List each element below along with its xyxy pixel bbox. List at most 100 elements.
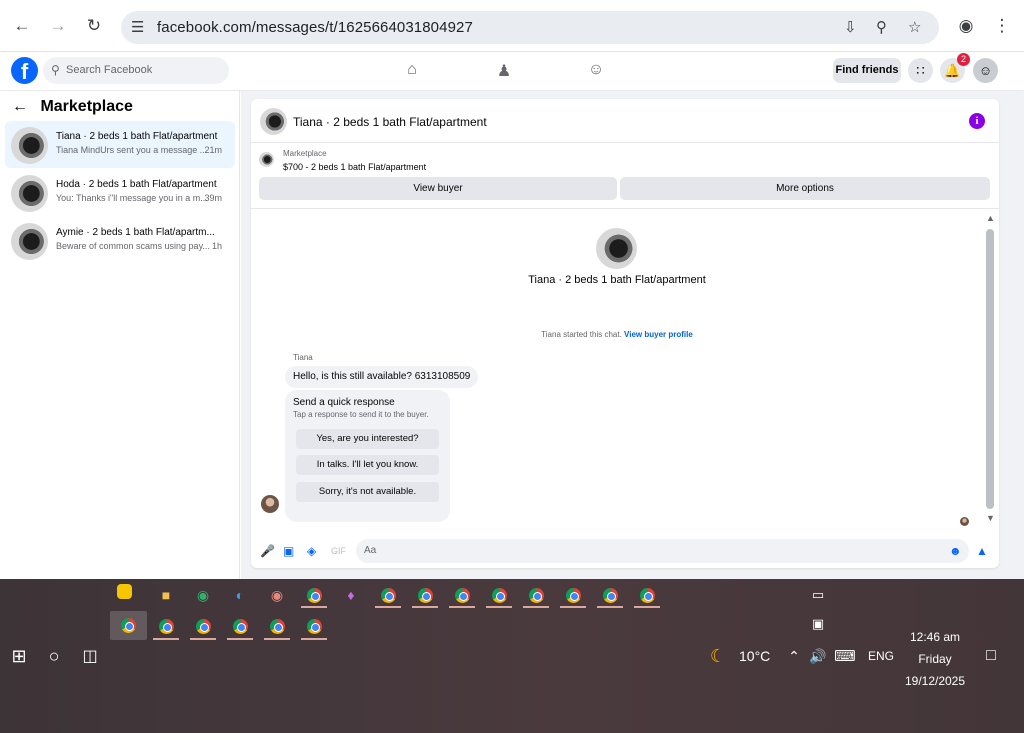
bookmark-star-icon[interactable]: ☆ (908, 18, 921, 36)
conversation-item[interactable]: Tiana · 2 beds 1 bath Flat/apartment Tia… (5, 121, 235, 168)
listing-thumbnail[interactable] (260, 108, 287, 135)
started-text: Tiana started this chat. (541, 330, 622, 339)
sender-name: Tiana (293, 353, 313, 362)
friends-icon[interactable]: ♟ (494, 61, 514, 81)
info-icon[interactable]: i (969, 113, 985, 129)
groups-icon[interactable]: ☺ (586, 61, 606, 81)
language-indicator[interactable]: ENG (868, 649, 894, 663)
listing-thumbnail (11, 127, 48, 164)
message-bubble[interactable]: Hello, is this still available? 63131085… (285, 366, 479, 388)
quick-reply-button[interactable]: Yes, are you interested? (296, 429, 439, 449)
app-icon[interactable]: ◉ (192, 584, 214, 606)
conversation-time: 21m (204, 145, 222, 155)
quick-reply-button[interactable]: Sorry, it's not available. (296, 482, 439, 502)
chrome-icon[interactable] (266, 615, 288, 637)
view-buyer-profile-link[interactable]: View buyer profile (624, 330, 693, 339)
browser-toolbar: ← → ↻ ☰ facebook.com/messages/t/16256640… (0, 0, 1024, 52)
chevron-up-icon[interactable]: ⌃ (783, 645, 805, 667)
profile-icon[interactable]: ◉ (954, 14, 978, 38)
clock[interactable]: 12:46 am Friday 19/12/2025 (895, 626, 975, 692)
more-options-button[interactable]: More options (620, 177, 990, 200)
running-indicator (412, 606, 438, 608)
edge-browser-icon[interactable]: ◐ (229, 584, 251, 606)
chrome-icon[interactable] (192, 615, 214, 637)
copilot-icon[interactable]: ♦ (340, 584, 362, 606)
chat-area: Tiana · 2 beds 1 bath Flat/apartment i M… (241, 91, 1024, 579)
url-text[interactable]: facebook.com/messages/t/1625664031804927 (157, 19, 473, 36)
chrome-icon[interactable] (562, 584, 584, 606)
zoom-icon[interactable]: ⚲ (876, 18, 887, 36)
running-indicator (190, 638, 216, 640)
notification-center-icon[interactable]: □ (980, 645, 1002, 667)
sender-avatar (261, 495, 279, 513)
back-arrow-icon[interactable]: ← (12, 98, 28, 115)
chrome-icon[interactable] (525, 584, 547, 606)
quick-reply-button[interactable]: In talks. I'll let you know. (296, 455, 439, 475)
keyboard-icon[interactable]: ⌨ (834, 645, 856, 667)
listing-thumbnail (259, 152, 274, 167)
search-placeholder: Search Facebook (66, 64, 153, 76)
conversation-time: 1h (211, 241, 222, 251)
message-input[interactable]: Aa (356, 539, 969, 563)
reload-icon[interactable]: ↻ (82, 14, 106, 38)
menu-dots-icon[interactable]: ⋮ (990, 14, 1014, 38)
forward-arrow-icon[interactable]: → (46, 14, 70, 38)
microphone-icon[interactable]: 🎤 (260, 544, 275, 558)
conversation-item[interactable]: Hoda · 2 beds 1 bath Flat/apartment You:… (5, 169, 235, 216)
chrome-active-icon[interactable] (110, 611, 147, 640)
conversation-preview: Tiana MindUrs sent you a message ... (56, 145, 208, 155)
facebook-header: f ⚲ Search Facebook ⌂ ♟ ☺ Find friends ∷… (0, 52, 1024, 90)
sticky-notes-icon[interactable] (117, 584, 132, 599)
scroll-up-icon[interactable]: ▲ (986, 213, 995, 223)
paint-icon[interactable]: ◉ (266, 584, 288, 606)
search-circle-icon[interactable]: ○ (43, 645, 65, 667)
menu-grid-icon[interactable]: ∷ (908, 58, 933, 83)
conversation-time: 39m (204, 193, 222, 203)
chrome-icon[interactable] (636, 584, 658, 606)
chrome-icon[interactable] (599, 584, 621, 606)
facebook-logo-icon[interactable]: f (11, 57, 38, 84)
listing-title[interactable]: $700 - 2 beds 1 bath Flat/apartment (283, 162, 426, 172)
chat-header: Tiana · 2 beds 1 bath Flat/apartment i (251, 99, 999, 143)
scroll-down-icon[interactable]: ▼ (986, 513, 995, 523)
file-explorer-icon[interactable]: ■ (155, 584, 177, 606)
chrome-icon[interactable] (377, 584, 399, 606)
running-indicator (301, 638, 327, 640)
chrome-icon[interactable] (414, 584, 436, 606)
address-bar[interactable]: ☰ facebook.com/messages/t/16256640318049… (121, 11, 939, 44)
chat-title[interactable]: Tiana · 2 beds 1 bath Flat/apartment (293, 115, 487, 129)
like-thumb-icon[interactable]: ▲ (976, 544, 988, 558)
conversation-item[interactable]: Aymie · 2 beds 1 bath Flat/apartm... Bew… (5, 217, 235, 264)
sticker-icon[interactable]: ◈ (307, 544, 316, 558)
emoji-icon[interactable]: ☻ (949, 544, 962, 558)
scrollbar-thumb[interactable] (986, 229, 994, 509)
search-input[interactable]: ⚲ Search Facebook (43, 57, 229, 84)
site-settings-icon[interactable]: ☰ (131, 18, 144, 36)
weather-moon-icon[interactable]: ☾ (707, 645, 729, 667)
windows-start-icon[interactable]: ⊞ (8, 645, 30, 667)
clock-day: Friday (918, 652, 952, 666)
chrome-icon[interactable] (303, 584, 325, 606)
meet-now-icon[interactable]: ▣ (807, 613, 829, 635)
task-view-icon[interactable]: ◫ (79, 645, 101, 667)
listing-thumbnail (11, 223, 48, 260)
home-icon[interactable]: ⌂ (402, 61, 422, 81)
chrome-icon[interactable] (229, 615, 251, 637)
install-app-icon[interactable]: ⇩ (844, 18, 857, 36)
running-indicator (264, 638, 290, 640)
account-avatar[interactable]: ☺ (973, 58, 998, 83)
network-icon[interactable]: ▭ (807, 584, 829, 606)
gif-icon[interactable]: GIF (331, 546, 346, 556)
weather-temp[interactable]: 10°C (739, 648, 770, 664)
running-indicator (227, 638, 253, 640)
back-arrow-icon[interactable]: ← (10, 14, 34, 38)
chrome-icon[interactable] (303, 615, 325, 637)
chrome-icon[interactable] (488, 584, 510, 606)
find-friends-button[interactable]: Find friends (833, 58, 901, 83)
chat-scrollbar[interactable]: ▲ ▼ (985, 211, 997, 529)
view-buyer-button[interactable]: View buyer (259, 177, 617, 200)
volume-icon[interactable]: 🔊 (807, 645, 829, 667)
chrome-icon[interactable] (155, 615, 177, 637)
chrome-icon[interactable] (451, 584, 473, 606)
photo-icon[interactable]: ▣ (283, 544, 294, 558)
